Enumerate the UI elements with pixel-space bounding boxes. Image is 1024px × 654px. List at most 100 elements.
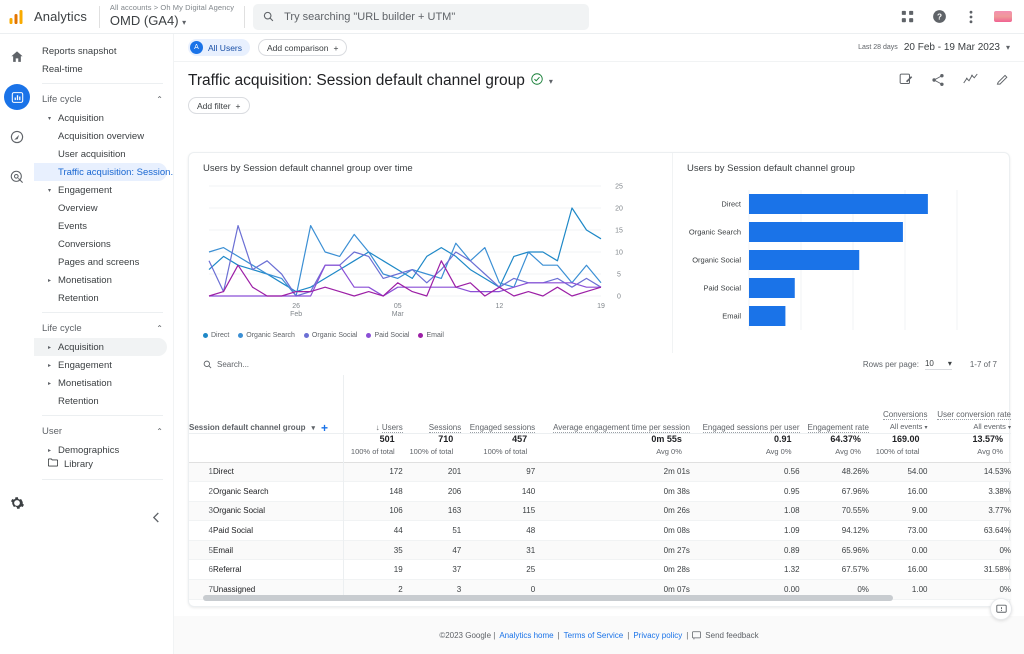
insights-edit-icon[interactable]: [898, 72, 914, 88]
sidebar-item-acquisition[interactable]: ▾ Acquisition: [34, 109, 173, 127]
rows-per-page-select[interactable]: 10 ▾: [924, 359, 952, 370]
footer-link-analytics-home[interactable]: Analytics home: [499, 631, 553, 640]
sidebar-item-label: Reports snapshot: [42, 45, 117, 57]
sidebar-item-label: Engagement: [58, 184, 112, 196]
sidebar-item-label: Acquisition: [58, 341, 104, 353]
sidebar-item-library[interactable]: Library: [34, 455, 173, 473]
table-row[interactable]: 2 Organic Search 148 206 140 0m 38s 0.95 67.96%…: [189, 481, 1011, 502]
row-dimension[interactable]: Organic Search: [213, 482, 344, 502]
bar-chart-title: Users by Session default channel group: [687, 163, 855, 174]
chevron-down-icon[interactable]: ▾: [311, 424, 315, 432]
sidebar-section-lifecycle-2[interactable]: Life cycle ⌃: [34, 318, 173, 338]
sidebar-item-real-time[interactable]: Real-time: [34, 60, 173, 78]
sidebar-item-monetisation[interactable]: ▸ Monetisation: [34, 374, 173, 392]
column-label: Sessions: [428, 422, 462, 433]
table-header-row: Session default channel group ▾ + ↓ Users Se…: [189, 375, 1011, 434]
footer-link-privacy[interactable]: Privacy policy: [633, 631, 682, 640]
chevron-left-icon: [152, 512, 159, 523]
sidebar-item-label: Monetisation: [58, 377, 112, 389]
row-dimension[interactable]: Referral: [213, 560, 344, 580]
legend-item[interactable]: Organic Social: [303, 332, 357, 339]
sidebar-item-events[interactable]: Events: [34, 217, 173, 235]
sidebar-section-user[interactable]: User ⌃: [34, 421, 173, 441]
table-header-users[interactable]: ↓ Users: [343, 375, 403, 433]
sidebar-item-engagement[interactable]: ▾ Engagement: [34, 181, 173, 199]
compare-trend-icon[interactable]: [962, 72, 978, 88]
add-filter-button[interactable]: Add filter +: [188, 97, 250, 114]
search-input[interactable]: Try searching "URL builder + UTM": [253, 3, 590, 30]
sidebar-item-retention[interactable]: Retention: [34, 289, 173, 307]
table-header-dimension[interactable]: Session default channel group ▾ +: [189, 375, 344, 434]
table-row[interactable]: 6 Referral 19 37 25 0m 28s 1.32 67.57% 16.00 31.5…: [189, 559, 1011, 580]
apps-grid-icon[interactable]: [898, 8, 916, 26]
sidebar-item-acquisition[interactable]: ▸ Acquisition: [34, 338, 167, 356]
date-range-picker[interactable]: Last 28 days 20 Feb - 19 Mar 2023 ▾: [858, 42, 1010, 53]
add-dimension-button[interactable]: +: [321, 422, 328, 434]
table-row[interactable]: 5 Email 35 47 31 0m 27s 0.89 65.96% 0.00 0%: [189, 540, 1011, 560]
table-header-engaged-sessions[interactable]: Engaged sessions: [461, 375, 536, 433]
rail-item-reports[interactable]: [4, 84, 30, 110]
avatar[interactable]: [994, 8, 1012, 26]
totals-value: 13.57%: [972, 433, 1003, 444]
property-selector[interactable]: All accounts > Oh My Digital Agency OMD …: [110, 3, 234, 30]
table-header-engagement-rate[interactable]: Engagement rate: [800, 375, 869, 433]
svg-text:Mar: Mar: [392, 311, 405, 318]
line-chart-svg: 051015202526Feb05Mar12 19: [208, 184, 623, 318]
column-subfilter[interactable]: All events ▾: [927, 422, 1011, 433]
row-dimension[interactable]: Paid Social: [213, 521, 344, 541]
bar-chart[interactable]: 050100150200DirectOrganic SearchOrganic …: [687, 178, 997, 344]
feedback-floating-button[interactable]: [990, 598, 1012, 620]
row-metric: 25: [526, 565, 536, 575]
row-dimension[interactable]: Direct: [213, 462, 344, 482]
table-header-conversions[interactable]: Conversions All events ▾: [869, 375, 928, 433]
legend-item[interactable]: Paid Social: [366, 332, 409, 339]
more-vertical-icon[interactable]: [962, 8, 980, 26]
sidebar-item-traffic-acquisition-session[interactable]: Traffic acquisition: Session...: [34, 163, 173, 181]
rail-item-explore[interactable]: [4, 124, 30, 150]
sidebar-collapse-button[interactable]: [152, 512, 161, 526]
sidebar-item-conversions[interactable]: Conversions: [34, 235, 173, 253]
footer-link-terms[interactable]: Terms of Service: [564, 631, 624, 640]
share-icon[interactable]: [930, 72, 946, 88]
table-row[interactable]: 1 Direct 172 201 97 2m 01s 0.56 48.26% 54.00 14.5…: [189, 462, 1011, 482]
row-dimension[interactable]: Organic Social: [213, 501, 344, 521]
sidebar-item-reports-snapshot[interactable]: Reports snapshot: [34, 42, 173, 60]
table-row[interactable]: 4 Paid Social 44 51 48 0m 08s 1.09 94.12% 73.00 6…: [189, 520, 1011, 541]
sidebar-section-lifecycle-1[interactable]: Life cycle ⌃: [34, 89, 173, 109]
rail-item-advertising[interactable]: [4, 164, 30, 190]
sidebar-item-monetisation[interactable]: ▸ Monetisation: [34, 271, 173, 289]
legend-item[interactable]: Organic Search: [238, 332, 295, 339]
legend-item[interactable]: Direct: [203, 332, 229, 339]
help-circle-icon[interactable]: ?: [930, 8, 948, 26]
table-row[interactable]: 3 Organic Social 106 163 115 0m 26s 1.08 70.55%…: [189, 501, 1011, 521]
sidebar-item-label: User acquisition: [58, 148, 126, 160]
table-header-average-engagement-time-per-session[interactable]: Average engagement time per session: [535, 375, 690, 433]
totals-subtext: Avg 0%: [656, 446, 682, 456]
edit-pencil-icon[interactable]: [994, 72, 1010, 88]
sidebar-item-user-acquisition[interactable]: User acquisition: [34, 145, 173, 163]
all-users-chip[interactable]: A All Users: [188, 39, 251, 56]
sidebar-item-overview[interactable]: Overview: [34, 199, 173, 217]
table-header-sessions[interactable]: Sessions: [403, 375, 462, 433]
sidebar-item-engagement[interactable]: ▸ Engagement: [34, 356, 173, 374]
column-subfilter[interactable]: All events ▾: [869, 422, 928, 433]
table-horizontal-scrollbar[interactable]: [203, 595, 893, 601]
table-header-engaged-sessions-per-user[interactable]: Engaged sessions per user: [690, 375, 800, 433]
send-feedback-button[interactable]: Send feedback: [692, 631, 759, 640]
account-breadcrumb: All accounts > Oh My Digital Agency: [109, 3, 235, 12]
rail-item-admin[interactable]: [6, 492, 28, 514]
sidebar-item-acquisition-overview[interactable]: Acquisition overview: [34, 127, 173, 145]
sidebar-item-retention[interactable]: Retention: [34, 392, 173, 410]
icon-rail: [0, 34, 34, 654]
table-search-input[interactable]: Search...: [203, 360, 249, 369]
add-comparison-button[interactable]: Add comparison +: [258, 39, 348, 56]
legend-item[interactable]: Email: [418, 332, 444, 339]
row-metric: 163: [447, 506, 462, 516]
rail-item-home[interactable]: [4, 44, 30, 70]
row-metric: 48: [526, 526, 536, 536]
line-chart[interactable]: 0 5 10 15 20 25 26 Feb 05 Mar 12 19: [203, 178, 658, 328]
row-dimension[interactable]: Email: [213, 540, 344, 560]
chevron-down-icon[interactable]: ▾: [549, 77, 553, 86]
sidebar-item-pages-and-screens[interactable]: Pages and screens: [34, 253, 173, 271]
table-header-user-conversion-rate[interactable]: User conversion rate All events ▾: [927, 375, 1011, 433]
